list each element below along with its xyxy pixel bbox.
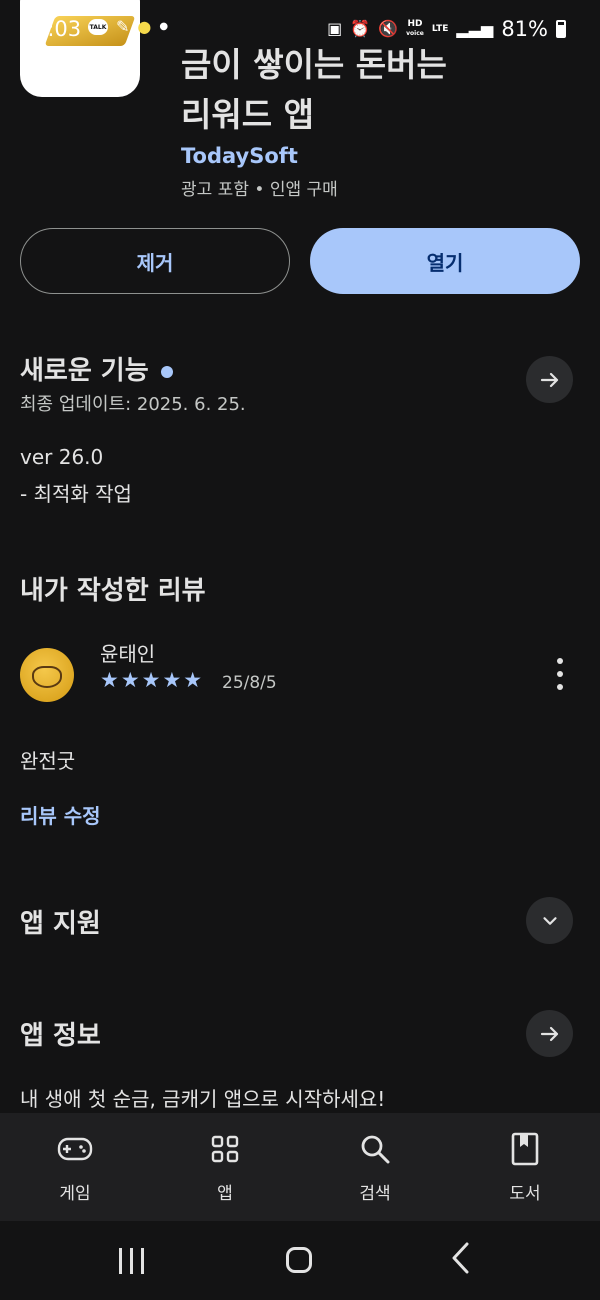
- apps-grid-icon: [210, 1131, 240, 1167]
- nav-item-books[interactable]: 도서: [450, 1113, 600, 1221]
- app-support-expand-button[interactable]: [526, 897, 573, 944]
- arrow-right-icon: [540, 1026, 558, 1041]
- system-navigation-bar: [0, 1221, 600, 1300]
- whats-new-arrow-button[interactable]: [526, 356, 573, 403]
- avatar: [20, 648, 74, 702]
- more-notifications-icon: ●: [159, 21, 169, 32]
- nav-item-apps[interactable]: 앱: [150, 1113, 300, 1221]
- battery-percent: 81%: [501, 17, 548, 41]
- back-button[interactable]: [450, 1241, 472, 1279]
- release-notes: - 최적화 작업: [20, 482, 132, 506]
- about-app-title: 앱 정보: [20, 1021, 101, 1051]
- recent-apps-button[interactable]: [119, 1248, 144, 1274]
- iap-label: 인앱 구매: [269, 180, 338, 200]
- ads-iap-line: 광고 포함 • 인앱 구매: [181, 175, 338, 200]
- edit-review-link[interactable]: 리뷰 수정: [20, 800, 101, 829]
- book-icon: [511, 1131, 539, 1167]
- app-title-line2: 리워드 앱: [181, 95, 314, 134]
- lte-icon: LTE: [431, 23, 449, 34]
- whats-new-heading: 새로운 기능: [20, 350, 173, 387]
- home-button[interactable]: [286, 1247, 312, 1273]
- kakaotalk-icon: TALK: [88, 19, 108, 35]
- status-bar: 5:03 TALK ✎ ● ● ▣ ⏰ 🔇 HD voice LTE ▂▃▅ 81…: [0, 0, 600, 60]
- about-app-arrow-button[interactable]: [526, 1010, 573, 1057]
- whats-new-title: 새로운 기능: [20, 356, 149, 386]
- chevron-down-icon: [542, 916, 557, 925]
- review-text: 완전굿: [20, 749, 76, 773]
- ads-label: 광고 포함: [181, 180, 249, 200]
- more-options-icon[interactable]: [550, 658, 570, 690]
- feather-icon: ✎: [116, 17, 130, 36]
- version-text: ver 26.0: [20, 445, 104, 469]
- last-updated: 최종 업데이트: 2025. 6. 25.: [20, 394, 246, 415]
- separator-dot: •: [254, 180, 270, 200]
- about-description: 내 생애 첫 순금, 금캐기 앱으로 시작하세요!: [20, 1087, 386, 1111]
- nav-label-books: 도서: [509, 1184, 541, 1204]
- notification-icons: TALK ✎ ● ●: [88, 18, 168, 36]
- bottom-navigation: 게임 앱 검색 도서: [0, 1113, 600, 1221]
- battery-icon: [556, 20, 566, 38]
- hd-voice-icon: HD voice: [406, 19, 424, 38]
- gamepad-icon: [57, 1131, 93, 1167]
- avatar-face: [32, 666, 62, 688]
- nav-label-games: 게임: [59, 1184, 91, 1204]
- search-icon: [359, 1131, 391, 1167]
- remove-button[interactable]: 제거: [20, 228, 290, 294]
- new-indicator-dot: [160, 365, 173, 378]
- back-chevron-icon: [452, 1242, 469, 1274]
- mute-icon: 🔇: [378, 19, 399, 38]
- alarm-icon: ⏰: [350, 19, 371, 38]
- arrow-right-icon: [540, 372, 558, 387]
- open-button[interactable]: 열기: [310, 228, 580, 294]
- review-date: 25/8/5: [222, 673, 277, 693]
- signal-icon: ▂▃▅: [456, 19, 494, 38]
- system-status: ▣ ⏰ 🔇 HD voice LTE ▂▃▅ 81%: [327, 17, 566, 41]
- developer-link[interactable]: TodaySoft: [181, 144, 298, 168]
- nav-label-search: 검색: [359, 1184, 391, 1204]
- pill-icon: ●: [137, 17, 152, 36]
- nav-label-apps: 앱: [217, 1184, 233, 1204]
- nav-item-search[interactable]: 검색: [300, 1113, 450, 1221]
- status-time: 5:03: [34, 17, 82, 41]
- app-support-title: 앱 지원: [20, 909, 101, 939]
- nav-item-games[interactable]: 게임: [0, 1113, 150, 1221]
- save-icon: ▣: [327, 19, 343, 38]
- star-rating: ★★★★★: [100, 668, 205, 692]
- my-review-title: 내가 작성한 리뷰: [20, 576, 206, 606]
- reviewer-name: 윤태인: [100, 642, 156, 666]
